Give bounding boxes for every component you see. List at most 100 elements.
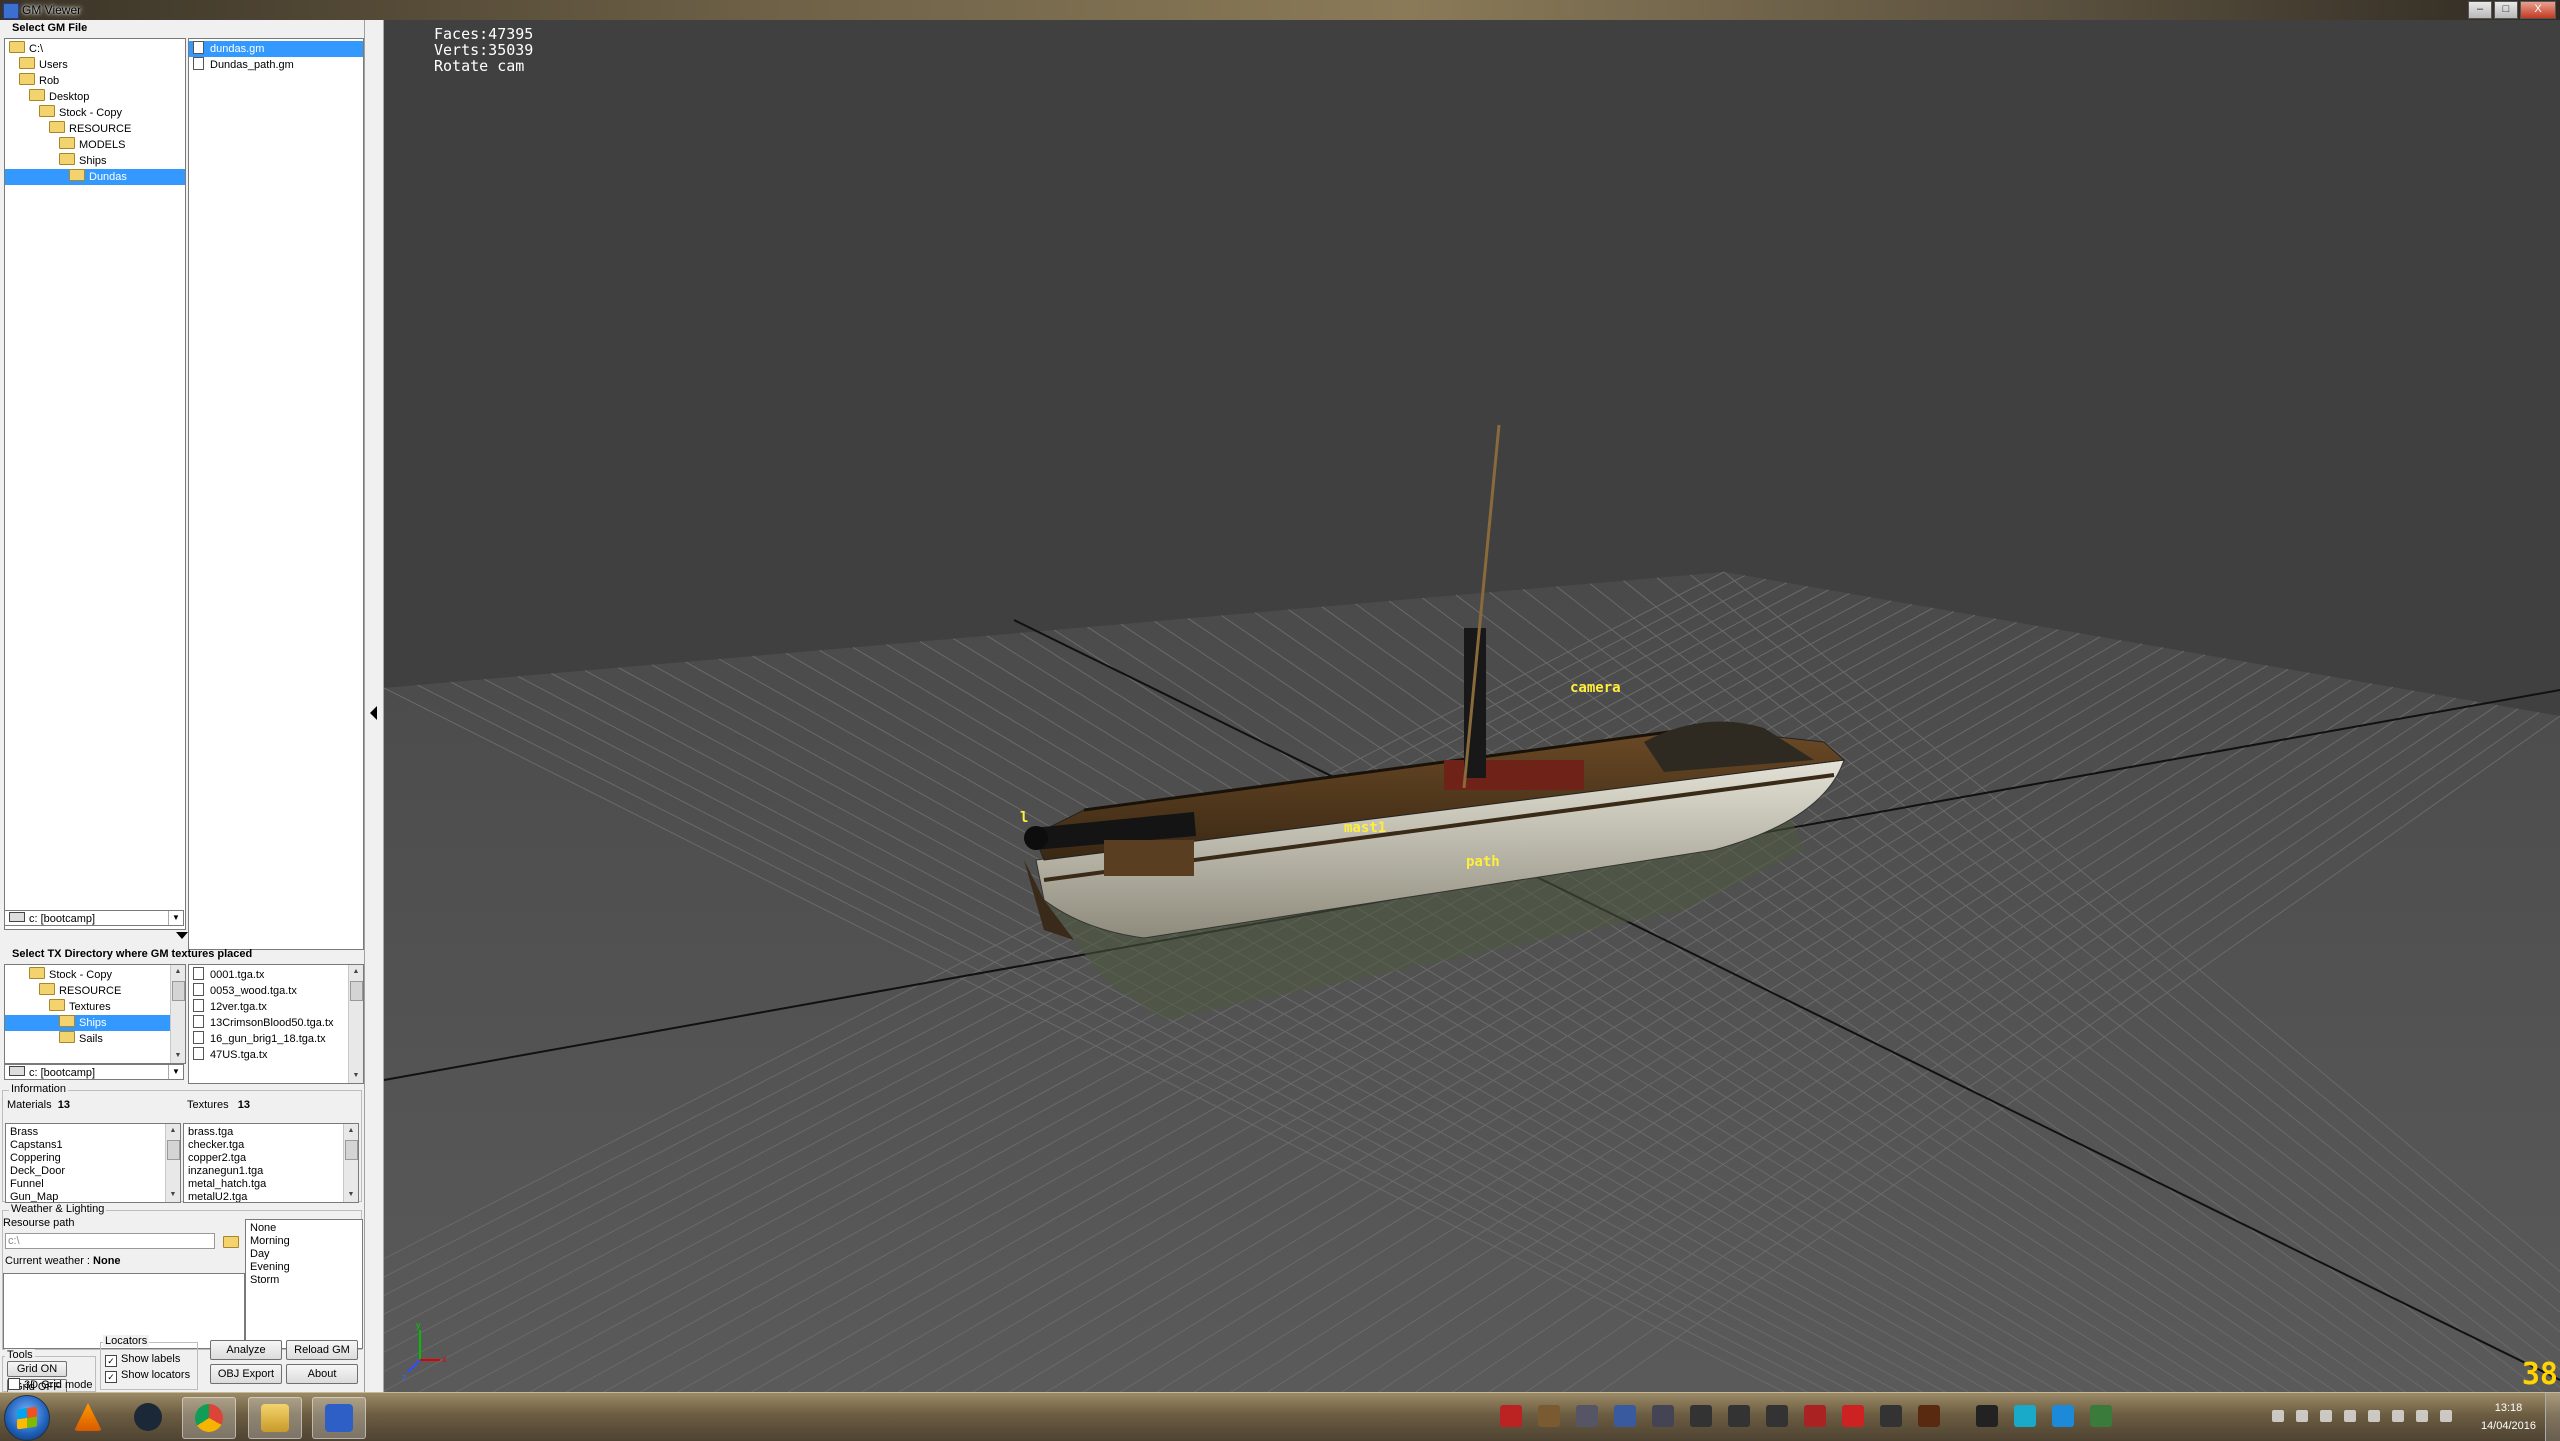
show-desktop-button[interactable] <box>2545 1393 2560 1441</box>
materials-scrollbar[interactable]: ▲▼ <box>165 1124 180 1202</box>
tx-folder-tree[interactable]: Stock - CopyRESOURCETexturesShipsSails ▲… <box>4 964 186 1064</box>
start-button[interactable] <box>4 1395 50 1441</box>
power-icon[interactable] <box>2416 1410 2428 1422</box>
texture-file-item[interactable]: 12ver.tga.tx <box>189 999 267 1015</box>
shield-icon[interactable] <box>1804 1405 1826 1427</box>
eye-icon[interactable] <box>2014 1405 2036 1427</box>
network-icon[interactable] <box>2320 1410 2332 1422</box>
textures-list[interactable]: brass.tgachecker.tgacopper2.tgainzanegun… <box>183 1123 359 1203</box>
w-icon[interactable] <box>1842 1405 1864 1427</box>
rtw-icon[interactable] <box>1500 1405 1522 1427</box>
monitor-icon[interactable] <box>2296 1410 2308 1422</box>
tree-item[interactable]: Desktop <box>5 89 185 105</box>
chevron-down-icon[interactable]: ▼ <box>168 1065 183 1079</box>
battery-icon[interactable] <box>2090 1405 2112 1427</box>
tree-item[interactable]: Ships <box>5 153 185 169</box>
material-item[interactable]: Brass <box>10 1126 38 1139</box>
game-icon-d3[interactable] <box>1766 1405 1788 1427</box>
tree-item[interactable]: Ships <box>5 1015 185 1031</box>
material-item[interactable]: Capstans1 <box>10 1139 63 1152</box>
vlc-button[interactable] <box>62 1397 114 1437</box>
texture-file-item[interactable]: 47US.tga.tx <box>189 1047 267 1063</box>
texture-file-item[interactable]: 0053_wood.tga.tx <box>189 983 297 999</box>
gm-file-list[interactable]: dundas.gmDundas_path.gm <box>188 38 364 950</box>
grid-on-button[interactable]: Grid ON <box>7 1361 67 1377</box>
minimize-button[interactable]: – <box>2468 1 2492 19</box>
steam-button[interactable] <box>122 1397 174 1437</box>
3d-viewport[interactable]: Faces:47395 Verts:35039 Rotate cam l cam… <box>384 20 2560 1392</box>
explorer-button[interactable] <box>248 1397 302 1439</box>
reload-gm-button[interactable]: Reload GM <box>286 1340 358 1360</box>
texture-item[interactable]: checker.tga <box>188 1139 244 1152</box>
texture-item[interactable]: inzanegun1.tga <box>188 1165 263 1178</box>
gm-viewer-button[interactable] <box>312 1397 366 1439</box>
chrome-button[interactable] <box>182 1397 236 1439</box>
volume-icon[interactable] <box>2440 1410 2452 1422</box>
game-icon-d4[interactable] <box>1880 1405 1902 1427</box>
chevron-down-icon[interactable]: ▼ <box>168 911 183 925</box>
materials-list[interactable]: BrassCapstans1CopperingDeck_DoorFunnelGu… <box>5 1123 181 1203</box>
collapse-panel-icon[interactable] <box>370 706 377 720</box>
tx-file-list[interactable]: 0001.tga.tx0053_wood.tga.tx12ver.tga.tx 1… <box>188 964 364 1084</box>
weather-option[interactable]: Evening <box>250 1261 290 1274</box>
about-button[interactable]: About <box>286 1364 358 1384</box>
texture-item[interactable]: metalU2.tga <box>188 1191 247 1203</box>
texture-item[interactable]: copper2.tga <box>188 1152 246 1165</box>
flag-icon[interactable] <box>2272 1410 2284 1422</box>
tree-item[interactable]: Sails <box>5 1031 185 1047</box>
panel-splitter-arrow-icon[interactable] <box>176 932 188 939</box>
material-item[interactable]: Funnel <box>10 1178 44 1191</box>
tree-item[interactable]: Users <box>5 57 185 73</box>
tree-item[interactable]: RESOURCE <box>5 983 185 999</box>
tree-item[interactable]: Textures <box>5 999 185 1015</box>
game-icon-d1[interactable] <box>1690 1405 1712 1427</box>
clock[interactable]: 13:18 14/04/2016 <box>2481 1399 2536 1435</box>
panel-splitter[interactable] <box>365 20 384 1392</box>
tree-item[interactable]: C:\ <box>5 41 185 57</box>
game-icon-3[interactable] <box>1614 1405 1636 1427</box>
tree-item[interactable]: Rob <box>5 73 185 89</box>
texture-item[interactable]: brass.tga <box>188 1126 233 1139</box>
tree-item[interactable]: Dundas <box>5 169 185 185</box>
material-item[interactable]: Deck_Door <box>10 1165 65 1178</box>
gm-drive-select[interactable]: c: [bootcamp] ▼ <box>4 910 184 926</box>
tree-item[interactable]: RESOURCE <box>5 121 185 137</box>
file-item[interactable]: Dundas_path.gm <box>189 57 363 73</box>
weather-list[interactable]: NoneMorningDayEveningStorm <box>245 1219 363 1349</box>
weather-option[interactable]: Morning <box>250 1235 290 1248</box>
tx-files-scrollbar[interactable]: ▲▼ <box>348 965 363 1083</box>
resource-path-input[interactable] <box>5 1233 215 1249</box>
texture-file-item[interactable]: 16_gun_brig1_18.tga.tx <box>189 1031 326 1047</box>
game-icon-d5[interactable] <box>1918 1405 1940 1427</box>
file-item[interactable]: dundas.gm <box>189 41 363 57</box>
folder-open-icon[interactable] <box>221 1233 239 1249</box>
close-button[interactable]: X <box>2520 1 2556 19</box>
material-item[interactable]: Gun_Map <box>10 1191 58 1203</box>
analyze-button[interactable]: Analyze <box>210 1340 282 1360</box>
sync-icon[interactable] <box>2052 1405 2074 1427</box>
texture-item[interactable]: metal_hatch.tga <box>188 1178 266 1191</box>
tree-item[interactable]: Stock - Copy <box>5 105 185 121</box>
chevron-icon[interactable] <box>2392 1410 2404 1422</box>
material-item[interactable]: Coppering <box>10 1152 61 1165</box>
tx-drive-select[interactable]: c: [bootcamp] ▼ <box>4 1064 184 1080</box>
maximize-button[interactable]: □ <box>2494 1 2518 19</box>
game-icon-d2[interactable] <box>1728 1405 1750 1427</box>
game-icon-1[interactable] <box>1538 1405 1560 1427</box>
show-labels-checkbox[interactable]: ✓Show labels <box>105 1353 180 1367</box>
bluetooth-icon[interactable] <box>2344 1410 2356 1422</box>
gm-folder-tree[interactable]: C:\UsersRobDesktopStock - CopyRESOURCEMO… <box>4 38 186 930</box>
maya-icon[interactable] <box>1976 1405 1998 1427</box>
weather-option[interactable]: None <box>250 1222 276 1235</box>
game-icon-2008[interactable] <box>1652 1405 1674 1427</box>
tree-item[interactable]: MODELS <box>5 137 185 153</box>
weather-option[interactable]: Day <box>250 1248 270 1261</box>
game-icon-2[interactable] <box>1576 1405 1598 1427</box>
texture-file-item[interactable]: 0001.tga.tx <box>189 967 264 983</box>
tree-item[interactable]: Stock - Copy <box>5 967 185 983</box>
obj-export-button[interactable]: OBJ Export <box>210 1364 282 1384</box>
textures-scrollbar[interactable]: ▲▼ <box>343 1124 358 1202</box>
show-locators-checkbox[interactable]: ✓Show locators <box>105 1369 190 1383</box>
weather-option[interactable]: Storm <box>250 1274 279 1287</box>
grid-3d-checkbox[interactable]: 3D Grid mode <box>8 1378 92 1391</box>
